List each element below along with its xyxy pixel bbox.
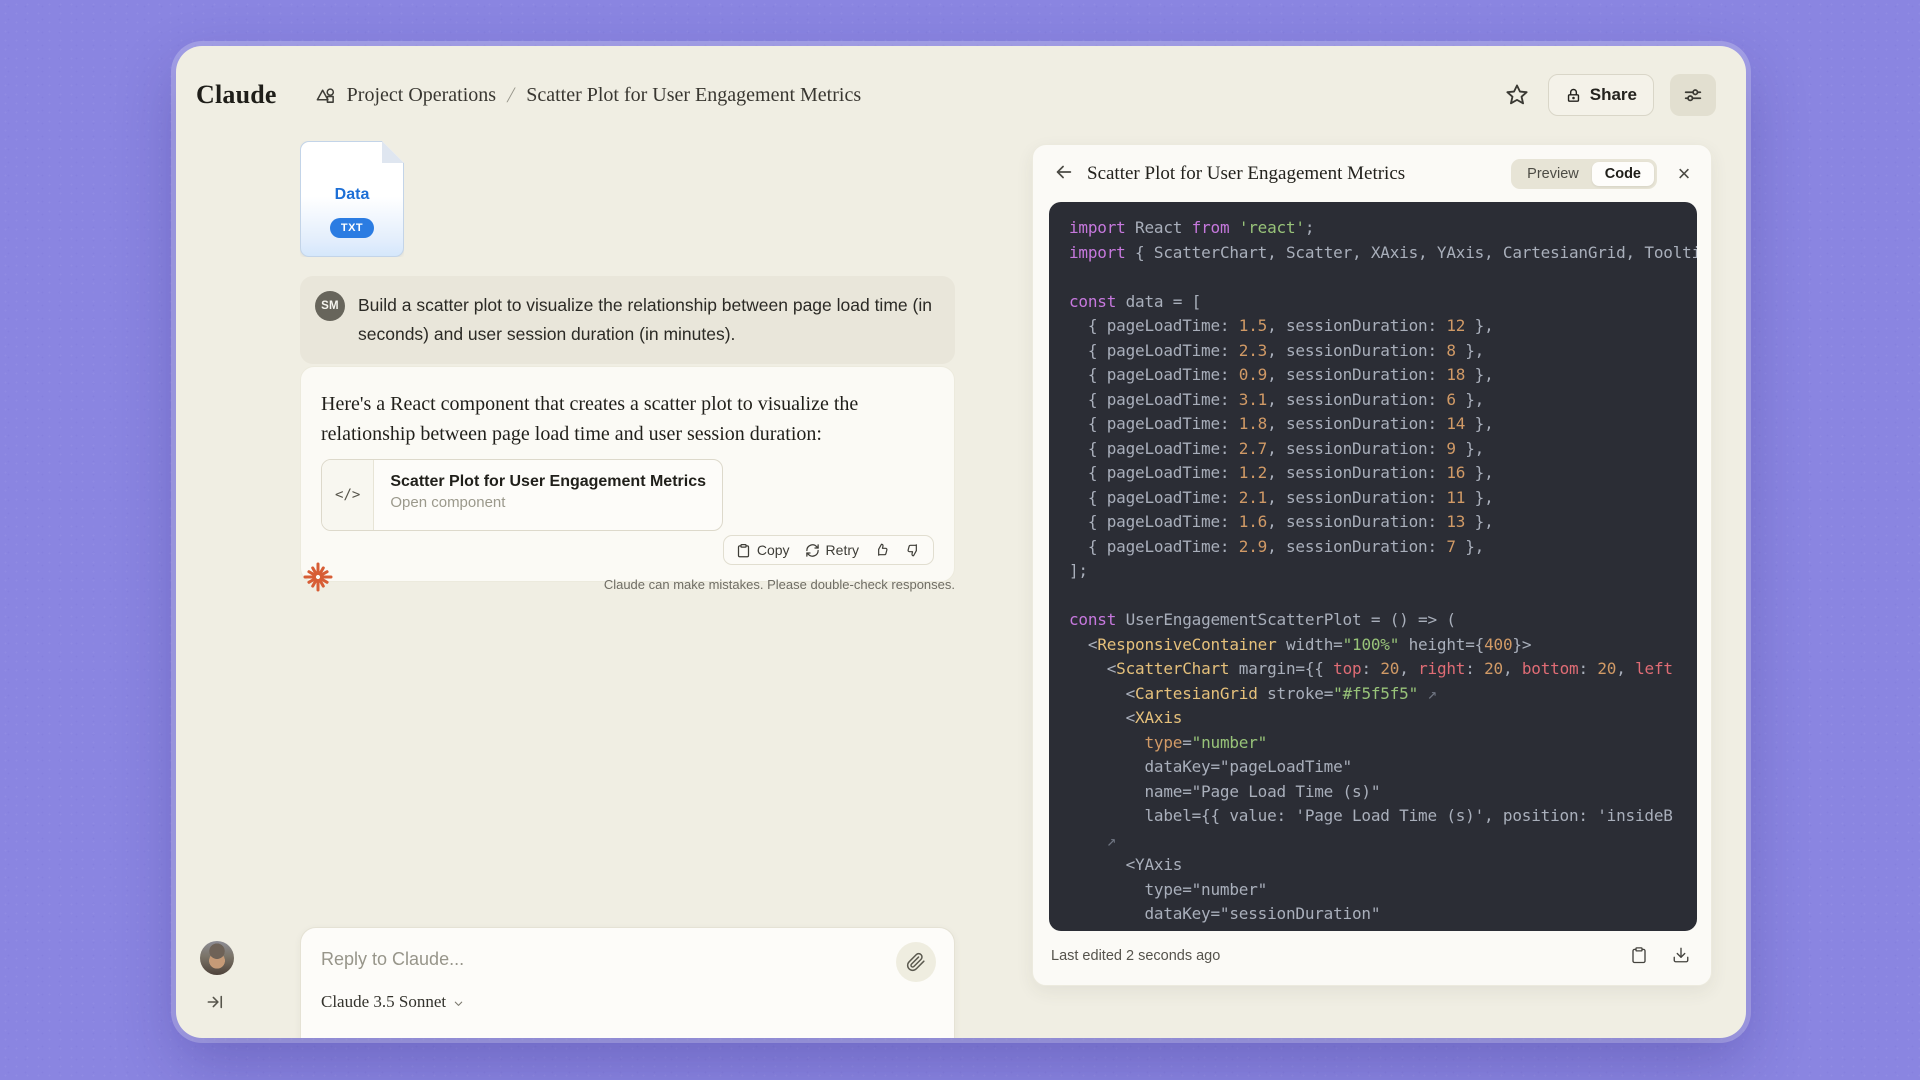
thumbs-up-icon: [874, 542, 890, 558]
code-line: dataKey="sessionDuration": [1069, 904, 1381, 923]
app-window: Claude Project Operations / Scatter Plot…: [176, 46, 1746, 1038]
code-line: import { ScatterChart, Scatter, XAxis, Y…: [1069, 242, 1697, 262]
settings-button[interactable]: [1670, 74, 1716, 116]
composer: Claude 3.5 Sonnet: [300, 927, 955, 1038]
user-avatar-photo[interactable]: [200, 941, 234, 975]
user-message-text: Build a scatter plot to visualize the re…: [358, 295, 932, 344]
star-button[interactable]: [1502, 80, 1532, 110]
artifact-panel-footer: Last edited 2 seconds ago: [1033, 933, 1711, 985]
close-icon: ×: [1677, 160, 1691, 186]
code-block[interactable]: import React from 'react'; import { Scatt…: [1049, 202, 1697, 931]
artifact-chip[interactable]: </> Scatter Plot for User Engagement Met…: [321, 459, 723, 531]
code-line: <ScatterChart margin={{ top: 20, right: …: [1069, 659, 1673, 678]
disclaimer-text: Claude can make mistakes. Please double-…: [603, 577, 955, 592]
code-line: { pageLoadTime: 0.9, sessionDuration: 18…: [1069, 365, 1494, 384]
code-line: <CartesianGrid stroke="#f5f5f5" ↗: [1069, 683, 1438, 703]
code-line: ↗: [1106, 830, 1117, 850]
code-line: const UserEngagementScatterPlot = () => …: [1069, 610, 1456, 629]
clipboard-icon: [736, 543, 751, 558]
skip-to-end-button[interactable]: [205, 992, 225, 1012]
code-line: dataKey="pageLoadTime": [1069, 757, 1352, 776]
download-button[interactable]: [1671, 946, 1691, 966]
artifact-chip-title: Scatter Plot for User Engagement Metrics: [390, 473, 706, 490]
code-line: { pageLoadTime: 2.3, sessionDuration: 8 …: [1069, 340, 1485, 360]
attach-button[interactable]: [896, 942, 936, 982]
header-actions: Share: [1502, 74, 1716, 116]
reply-input[interactable]: [321, 944, 861, 974]
message-actions: Copy Retry: [722, 535, 934, 565]
chevron-down-icon: [453, 998, 464, 1009]
skip-to-end-icon: [205, 992, 225, 1012]
paperclip-icon: [906, 952, 926, 972]
file-fold-corner: [382, 141, 404, 163]
code-icon: </>: [322, 460, 375, 530]
retry-label: Retry: [825, 542, 859, 558]
lock-icon: [1565, 87, 1582, 104]
code-content: import React from 'react'; import { Scatt…: [1069, 218, 1697, 929]
thumbs-up-button[interactable]: [874, 542, 890, 558]
file-type-badge: TXT: [330, 218, 374, 238]
tab-code[interactable]: Code: [1591, 161, 1654, 186]
code-line: label={{ value: 'Page Load Time (s)', po…: [1069, 806, 1673, 825]
artifact-panel-header: Scatter Plot for User Engagement Metrics…: [1033, 145, 1711, 202]
file-name: Data: [334, 186, 370, 203]
artifact-panel: Scatter Plot for User Engagement Metrics…: [1032, 144, 1712, 986]
retry-button[interactable]: Retry: [805, 542, 859, 558]
close-button[interactable]: ×: [1671, 161, 1697, 187]
chat-column: Data TXT SM Build a scatter plot to visu…: [300, 46, 955, 1038]
sliders-icon: [1682, 84, 1704, 106]
model-selector[interactable]: Claude 3.5 Sonnet: [321, 992, 464, 1012]
copy-code-button[interactable]: [1629, 946, 1649, 966]
last-edited-status: Last edited 2 seconds ago: [1051, 948, 1221, 964]
code-line: { pageLoadTime: 1.2, sessionDuration: 16…: [1069, 463, 1494, 482]
clipboard-icon: [1630, 946, 1648, 964]
code-line: { pageLoadTime: 1.5, sessionDuration: 12…: [1069, 316, 1494, 335]
code-line: type="number": [1144, 732, 1268, 752]
code-line: const data = [: [1069, 291, 1202, 311]
code-line: name="Page Load Time (s)": [1069, 781, 1381, 801]
retry-icon: [805, 543, 820, 558]
tab-preview[interactable]: Preview: [1514, 162, 1592, 186]
artifact-chip-subtitle: Open component: [390, 494, 506, 511]
artifact-chip-text: Scatter Plot for User Engagement Metrics…: [374, 460, 722, 530]
assistant-intro-text: Here's a React component that creates a …: [321, 393, 859, 445]
copy-button[interactable]: Copy: [736, 542, 790, 558]
code-line: { pageLoadTime: 2.1, sessionDuration: 11…: [1069, 487, 1494, 507]
thumbs-down-icon: [905, 542, 921, 558]
view-toggle: Preview Code: [1511, 158, 1657, 189]
code-line: type="number": [1069, 879, 1268, 899]
code-line: { pageLoadTime: 3.1, sessionDuration: 6 …: [1069, 389, 1485, 409]
model-label: Claude 3.5 Sonnet: [321, 992, 447, 1011]
thumbs-down-button[interactable]: [905, 542, 921, 558]
code-line: <YAxis: [1069, 855, 1183, 874]
footer-actions: [1629, 946, 1691, 966]
code-line: { pageLoadTime: 1.6, sessionDuration: 13…: [1069, 512, 1494, 531]
user-avatar: SM: [315, 291, 345, 321]
copy-label: Copy: [756, 542, 790, 558]
code-line: { pageLoadTime: 2.9, sessionDuration: 7 …: [1069, 536, 1485, 556]
share-label: Share: [1589, 85, 1637, 104]
code-line: <ResponsiveContainer width="100%" height…: [1069, 634, 1532, 654]
code-line: <XAxis: [1069, 708, 1183, 727]
user-message: SM Build a scatter plot to visualize the…: [300, 276, 955, 364]
share-button[interactable]: Share: [1547, 74, 1654, 116]
code-line: import React from 'react';: [1069, 218, 1315, 237]
code-line: { pageLoadTime: 2.7, sessionDuration: 9 …: [1069, 438, 1485, 458]
back-button[interactable]: [1051, 161, 1077, 187]
claude-wordmark: Claude: [196, 80, 277, 109]
code-line: { pageLoadTime: 1.8, sessionDuration: 14…: [1069, 414, 1494, 433]
code-line: ];: [1069, 561, 1088, 580]
back-arrow-icon: [1053, 161, 1075, 183]
artifact-panel-title: Scatter Plot for User Engagement Metrics: [1087, 162, 1406, 184]
star-icon: [1504, 82, 1530, 108]
download-icon: [1672, 946, 1690, 964]
